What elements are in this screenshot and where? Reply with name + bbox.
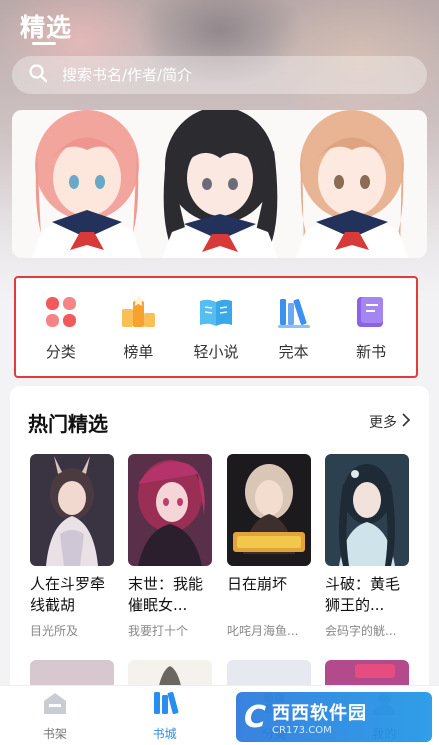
banner-character-3 bbox=[296, 110, 408, 258]
more-label: 更多 bbox=[369, 415, 397, 431]
book-cover[interactable] bbox=[30, 454, 114, 566]
book-cover[interactable] bbox=[227, 454, 311, 566]
open-book-icon bbox=[197, 293, 235, 331]
category-classify[interactable]: 分类 bbox=[29, 293, 93, 362]
book-title: 人在斗罗牵线截胡 bbox=[30, 575, 106, 614]
book-title: 斗破：黄毛狮王的... bbox=[325, 575, 401, 614]
category-new-books[interactable]: 新书 bbox=[339, 293, 403, 362]
hot-picks-section: 热门精选 更多 人在斗罗牵线截胡 目光所及 末世：我能催眠女... 我要打十个 … bbox=[10, 386, 429, 696]
watermark-mark: C bbox=[244, 699, 267, 735]
more-link[interactable]: 更多 bbox=[369, 412, 411, 432]
category-label: 榜单 bbox=[123, 342, 154, 361]
category-ranking[interactable]: 榜单 bbox=[106, 293, 170, 362]
category-label: 分类 bbox=[45, 342, 76, 361]
tab-bookstore[interactable]: 书城 bbox=[125, 689, 205, 742]
title-underline bbox=[32, 42, 56, 45]
tab-label: 书城 bbox=[152, 727, 177, 741]
book-title: 末世：我能催眠女... bbox=[128, 575, 204, 614]
category-nav: 分类 榜单 轻小说 完本 新书 bbox=[14, 276, 418, 378]
book-author: 会码字的觥... bbox=[325, 624, 397, 638]
book-author: 叱咤月海鱼... bbox=[227, 624, 299, 638]
chevron-right-icon bbox=[397, 413, 411, 431]
banner-image[interactable] bbox=[12, 110, 427, 258]
book-card[interactable]: 日在崩坏 叱咤月海鱼... bbox=[227, 454, 311, 639]
watermark-text: 西西软件园 bbox=[272, 702, 368, 724]
book-card[interactable]: 末世：我能催眠女... 我要打十个 bbox=[128, 454, 212, 639]
book-cover[interactable] bbox=[325, 454, 409, 566]
books-stack-icon bbox=[275, 293, 313, 331]
category-label: 轻小说 bbox=[193, 342, 239, 361]
banner-character-2 bbox=[162, 110, 278, 258]
ranking-icon bbox=[119, 293, 157, 331]
bookstore-icon bbox=[151, 689, 179, 721]
category-light-novel[interactable]: 轻小说 bbox=[184, 293, 248, 362]
tab-label: 书架 bbox=[42, 727, 67, 741]
watermark-url: CR173.COM bbox=[272, 724, 332, 736]
banner-character-1 bbox=[32, 110, 142, 258]
page-title: 精选 bbox=[20, 13, 73, 42]
book-author: 我要打十个 bbox=[128, 624, 189, 638]
book-title: 日在崩坏 bbox=[227, 575, 288, 593]
search-bar[interactable] bbox=[12, 56, 427, 94]
watermark-logo: C 西西软件园 CR173.COM bbox=[236, 692, 432, 742]
bookshelf-icon bbox=[41, 689, 69, 721]
grid-icon bbox=[42, 293, 80, 331]
category-label: 新书 bbox=[356, 342, 387, 361]
category-completed[interactable]: 完本 bbox=[262, 293, 326, 362]
new-book-icon bbox=[352, 293, 390, 331]
book-card[interactable]: 人在斗罗牵线截胡 目光所及 bbox=[30, 454, 114, 639]
book-author: 目光所及 bbox=[30, 624, 79, 638]
search-input[interactable] bbox=[62, 66, 392, 84]
book-card[interactable]: 斗破：黄毛狮王的... 会码字的觥... bbox=[325, 454, 409, 639]
tab-bookshelf[interactable]: 书架 bbox=[15, 689, 95, 742]
book-cover[interactable] bbox=[128, 454, 212, 566]
section-title: 热门精选 bbox=[28, 412, 108, 436]
category-label: 完本 bbox=[278, 342, 309, 361]
search-icon bbox=[28, 63, 48, 87]
